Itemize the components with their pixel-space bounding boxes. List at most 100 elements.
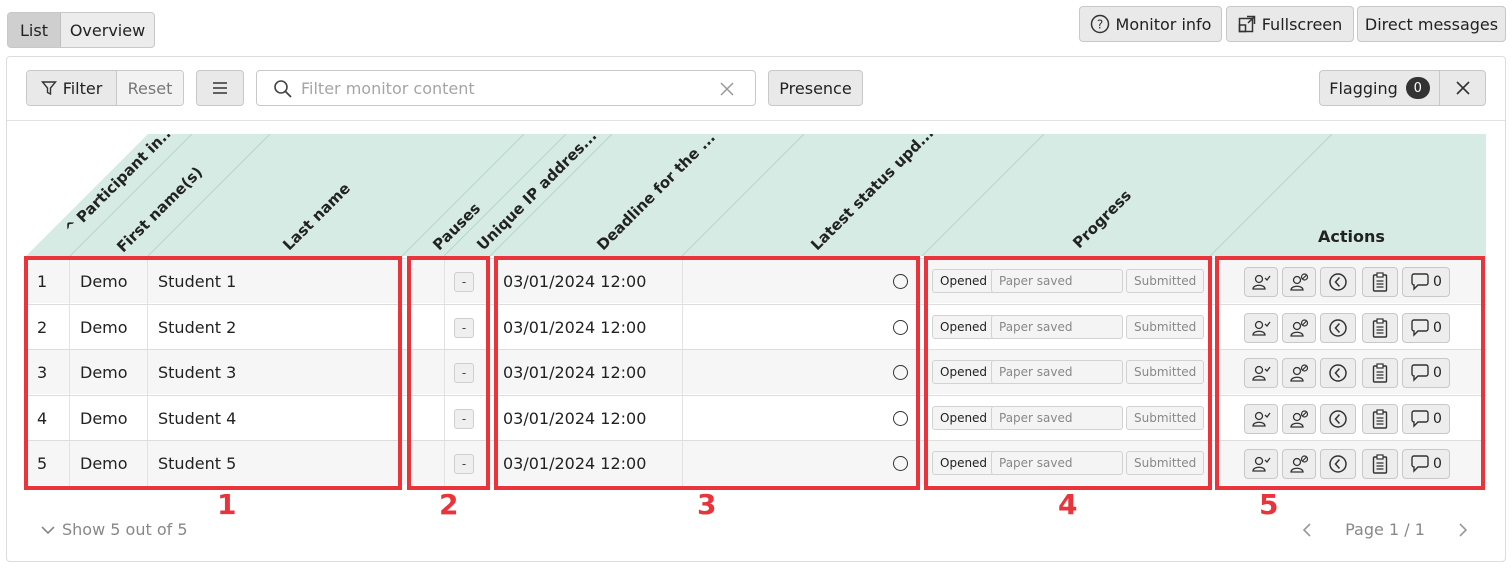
- help-icon: ?: [1090, 14, 1109, 34]
- monitor-info-button[interactable]: ? Monitor info: [1079, 6, 1222, 42]
- header-background: [26, 134, 1486, 256]
- time-extension-button[interactable]: [1320, 358, 1356, 388]
- clock-icon: [1329, 455, 1347, 473]
- pause-button[interactable]: -: [454, 408, 474, 429]
- progress-submitted: Submitted: [1126, 360, 1205, 384]
- column-divider: [69, 259, 70, 304]
- close-icon: [1455, 81, 1470, 95]
- chevron-down-icon: [41, 525, 55, 534]
- flagging-group: Flagging 0: [1319, 70, 1486, 106]
- column-divider: [444, 441, 445, 486]
- filter-button[interactable]: Filter: [27, 71, 117, 105]
- flagging-label: Flagging: [1329, 78, 1398, 98]
- clipboard-icon: [1372, 454, 1388, 474]
- direct-messages-button[interactable]: Direct messages: [1357, 6, 1506, 42]
- funnel-icon: [40, 81, 57, 96]
- table-row: 1 Demo Student 1 - 03/01/2024 12:00 Open…: [26, 258, 1486, 304]
- status-circle-icon: [893, 319, 908, 335]
- pause-button[interactable]: -: [454, 454, 474, 474]
- clipboard-button[interactable]: [1362, 403, 1398, 434]
- clipboard-icon: [1372, 272, 1388, 292]
- row-index: 2: [37, 317, 48, 337]
- block-user-button[interactable]: [1282, 267, 1316, 297]
- clipboard-button[interactable]: [1362, 267, 1398, 297]
- block-user-button[interactable]: [1282, 358, 1316, 388]
- row-deadline: 03/01/2024 12:00: [503, 317, 647, 337]
- row-deadline: 03/01/2024 12:00: [503, 363, 647, 382]
- annotation-number-3: 3: [697, 488, 717, 521]
- approve-user-button[interactable]: [1244, 358, 1278, 388]
- prev-page-icon[interactable]: [1300, 522, 1314, 538]
- flagging-button[interactable]: Flagging 0: [1320, 71, 1440, 105]
- row-deadline: 03/01/2024 12:00: [503, 408, 647, 428]
- table-row: 2 Demo Student 2 - 03/01/2024 12:00 Open…: [26, 303, 1486, 350]
- clipboard-button[interactable]: [1362, 312, 1398, 343]
- approve-user-button[interactable]: [1244, 312, 1278, 343]
- pause-button[interactable]: -: [454, 363, 474, 383]
- user-block-icon: [1290, 273, 1309, 291]
- block-user-button[interactable]: [1282, 312, 1316, 343]
- annotation-number-4: 4: [1058, 488, 1078, 521]
- row-first-name: Demo: [80, 408, 128, 428]
- clock-icon: [1329, 409, 1347, 428]
- pause-button[interactable]: -: [454, 272, 474, 292]
- fullscreen-label: Fullscreen: [1261, 14, 1343, 34]
- column-divider: [147, 259, 148, 304]
- column-divider: [444, 259, 445, 304]
- tab-list[interactable]: List: [8, 13, 61, 47]
- message-button[interactable]: 0: [1402, 358, 1450, 388]
- annotation-number-5: 5: [1259, 488, 1279, 521]
- column-divider: [147, 304, 148, 350]
- progress-paper-saved: Paper saved: [991, 451, 1123, 475]
- fullscreen-button[interactable]: Fullscreen: [1226, 6, 1354, 42]
- column-divider: [147, 350, 148, 395]
- block-user-button[interactable]: [1282, 449, 1316, 479]
- row-deadline: 03/01/2024 12:00: [503, 272, 647, 291]
- search-box: [256, 70, 756, 106]
- approve-user-button[interactable]: [1244, 403, 1278, 434]
- message-button[interactable]: 0: [1402, 267, 1450, 297]
- message-button[interactable]: 0: [1402, 449, 1450, 479]
- clear-icon[interactable]: [719, 81, 735, 97]
- clipboard-button[interactable]: [1362, 449, 1398, 479]
- time-extension-button[interactable]: [1320, 449, 1356, 479]
- message-button[interactable]: 0: [1402, 403, 1450, 434]
- next-page-icon[interactable]: [1456, 522, 1470, 538]
- svg-text:?: ?: [1096, 18, 1102, 32]
- approve-user-button[interactable]: [1244, 267, 1278, 297]
- block-user-button[interactable]: [1282, 403, 1316, 434]
- flagging-close-button[interactable]: [1440, 71, 1485, 105]
- column-divider: [69, 350, 70, 395]
- clock-icon: [1329, 273, 1347, 291]
- column-divider: [682, 441, 683, 486]
- row-last-name: Student 2: [158, 317, 237, 337]
- time-extension-button[interactable]: [1320, 403, 1356, 434]
- approve-user-button[interactable]: [1244, 449, 1278, 479]
- clipboard-button[interactable]: [1362, 358, 1398, 388]
- column-divider: [682, 395, 683, 441]
- row-last-name: Student 4: [158, 408, 237, 428]
- time-extension-button[interactable]: [1320, 312, 1356, 343]
- presence-button[interactable]: Presence: [768, 70, 863, 106]
- monitor-info-label: Monitor info: [1115, 14, 1212, 34]
- reset-button[interactable]: Reset: [117, 71, 183, 105]
- page-indicator: Page 1 / 1: [1345, 520, 1425, 539]
- row-last-name: Student 1: [158, 272, 237, 291]
- column-divider: [147, 395, 148, 441]
- column-divider: [69, 304, 70, 350]
- column-menu-button[interactable]: [196, 70, 244, 106]
- row-index: 3: [37, 363, 48, 382]
- view-switch: List Overview: [7, 12, 155, 48]
- row-first-name: Demo: [80, 454, 128, 473]
- message-button[interactable]: 0: [1402, 312, 1450, 343]
- row-last-name: Student 3: [158, 363, 237, 382]
- clipboard-icon: [1372, 408, 1388, 429]
- row-first-name: Demo: [80, 272, 128, 291]
- pause-button[interactable]: -: [454, 317, 474, 338]
- search-input[interactable]: [299, 77, 699, 99]
- row-first-name: Demo: [80, 363, 128, 382]
- time-extension-button[interactable]: [1320, 267, 1356, 297]
- tab-overview[interactable]: Overview: [61, 13, 154, 47]
- show-count-toggle[interactable]: Show 5 out of 5: [40, 520, 188, 539]
- progress-opened: Opened: [932, 269, 996, 293]
